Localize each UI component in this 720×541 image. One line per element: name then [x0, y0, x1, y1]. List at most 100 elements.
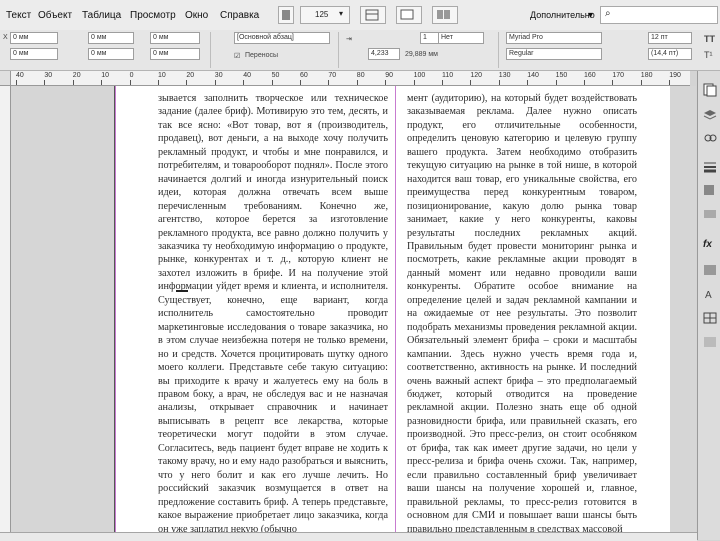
table-styles-icon[interactable] — [702, 311, 718, 325]
divider — [498, 32, 499, 68]
character-styles-icon[interactable]: A — [702, 287, 718, 301]
w-field[interactable]: 0 мм — [88, 32, 134, 44]
ruler-tick-label: 30 — [44, 72, 53, 79]
x2-field[interactable]: 0 мм — [150, 32, 200, 44]
stroke-icon[interactable] — [702, 159, 718, 173]
superscript-icon[interactable]: T¹ — [704, 50, 713, 60]
ruler-tick — [186, 80, 188, 85]
grid-view-icon — [365, 9, 379, 21]
h-field[interactable]: 0 мм — [88, 48, 134, 60]
ruler-tick — [214, 80, 216, 85]
ruler-tick — [413, 80, 415, 85]
ruler-tick — [72, 80, 74, 85]
search-input[interactable]: ⌕ — [600, 6, 718, 24]
menu-window[interactable]: Окно — [185, 10, 208, 21]
ruler-tick — [44, 80, 46, 85]
column-guide — [395, 86, 396, 532]
view-options-button[interactable] — [360, 6, 386, 24]
ruler-tick — [356, 80, 358, 85]
size-field[interactable]: 4,233 — [368, 48, 400, 60]
arrange-documents-button[interactable] — [432, 6, 458, 24]
ruler-tick-label: 10 — [158, 72, 166, 79]
menu-text[interactable]: Текст — [6, 10, 31, 21]
text-frame-right[interactable]: мент (аудиторию), на который будет возде… — [407, 92, 637, 536]
leading-field[interactable]: (14,4 пт) — [648, 48, 692, 60]
ruler-tick — [328, 80, 330, 85]
control-panel: X 0 мм 0 мм 0 мм 0 мм 0 мм 0 мм [Основно… — [0, 30, 720, 71]
y2-field[interactable]: 0 мм — [150, 48, 200, 60]
swatches-icon[interactable] — [702, 183, 718, 197]
shading-select[interactable]: Нет — [438, 32, 484, 44]
ruler-tick-label: 160 — [584, 72, 596, 79]
ruler-tick-label: 40 — [16, 72, 24, 79]
vertical-ruler[interactable] — [0, 85, 11, 533]
y-field[interactable]: 0 мм — [10, 48, 58, 60]
ruler-tick — [129, 80, 131, 85]
workspace-switcher[interactable]: Дополнительно — [530, 10, 595, 20]
hyphenate-label: Переносы — [245, 52, 279, 59]
text-wrap-icon[interactable] — [702, 335, 718, 349]
margin-guide-left — [115, 86, 116, 532]
ruler-tick-label: 140 — [527, 72, 539, 79]
menu-help[interactable]: Справка — [220, 10, 259, 21]
document-page[interactable]: зывается заполнить творческое или технич… — [114, 86, 670, 535]
ruler-tick-label: 40 — [243, 72, 251, 79]
ruler-tick-label: 80 — [356, 72, 365, 79]
paragraph-style-select[interactable]: [Основной абзац] — [234, 32, 330, 44]
menu-table[interactable]: Таблица — [82, 10, 121, 21]
paragraph-styles-icon[interactable] — [702, 263, 718, 277]
ruler-tick — [612, 80, 614, 85]
ruler-tick — [584, 80, 585, 85]
ruler-tick-label: 20 — [72, 72, 81, 79]
type-tool-icon[interactable]: TT — [704, 34, 715, 44]
bridge-button[interactable] — [278, 6, 294, 24]
divider — [210, 32, 211, 68]
ruler-tick — [442, 80, 443, 85]
search-icon: ⌕ — [605, 8, 611, 19]
zoom-field[interactable]: 125 ▾ — [300, 6, 350, 24]
ruler-tick-label: 110 — [442, 72, 454, 79]
layers-icon[interactable] — [702, 107, 718, 121]
font-family-select[interactable]: Myriad Pro — [506, 32, 602, 44]
zoom-value: 125 — [315, 10, 329, 19]
ruler-tick-label: 20 — [186, 72, 195, 79]
ruler-tick-label: 90 — [385, 72, 393, 79]
ruler-tick — [243, 80, 245, 85]
ruler-tick — [158, 80, 159, 85]
ruler-tick — [669, 80, 671, 85]
ruler-tick — [498, 80, 500, 85]
x-field[interactable]: 0 мм — [10, 32, 58, 44]
chevron-down-icon: ▾ — [339, 9, 344, 18]
links-icon[interactable] — [702, 131, 718, 145]
ruler-tick-label: 30 — [214, 72, 223, 79]
screen-mode-button[interactable] — [396, 6, 422, 24]
gradient-icon[interactable] — [702, 207, 718, 221]
ruler-tick — [555, 80, 557, 85]
pasteboard[interactable]: зывается заполнить творческое или технич… — [11, 86, 696, 535]
ruler-origin[interactable] — [0, 71, 11, 86]
text-frame-left[interactable]: зывается заполнить творческое или технич… — [158, 92, 388, 536]
font-size-field[interactable]: 12 пт — [648, 32, 692, 44]
indent-icon: ⇥ — [346, 36, 352, 43]
ruler-tick-label: 180 — [640, 72, 653, 79]
x-label: X — [3, 34, 8, 41]
font-style-select[interactable]: Regular — [506, 48, 602, 60]
pages-icon[interactable] — [702, 83, 718, 97]
ruler-tick — [271, 80, 273, 85]
ruler-tick — [385, 80, 387, 85]
menu-object[interactable]: Объект — [38, 10, 72, 21]
ruler-tick — [640, 80, 642, 85]
chevron-down-icon[interactable]: ▾ — [588, 10, 593, 21]
checkbox-icon[interactable]: ☑ — [234, 52, 240, 60]
ruler-tick-label: 120 — [470, 72, 483, 79]
ruler-tick-label: 10 — [101, 72, 109, 79]
text-cursor — [176, 290, 188, 292]
ruler-tick-label: 70 — [328, 72, 337, 79]
ruler-tick — [101, 80, 103, 85]
effects-icon[interactable]: fx — [703, 239, 712, 250]
horizontal-ruler[interactable]: 40 30 20 10 0 10 20 30 40 50 60 70 80 90 100 110 120 130 1… — [10, 71, 690, 86]
screen-mode-icon — [400, 9, 414, 20]
svg-text:A: A — [705, 290, 712, 301]
menu-bar: Текст Объект Таблица Просмотр Окно Справ… — [0, 0, 720, 31]
menu-view[interactable]: Просмотр — [130, 10, 176, 21]
